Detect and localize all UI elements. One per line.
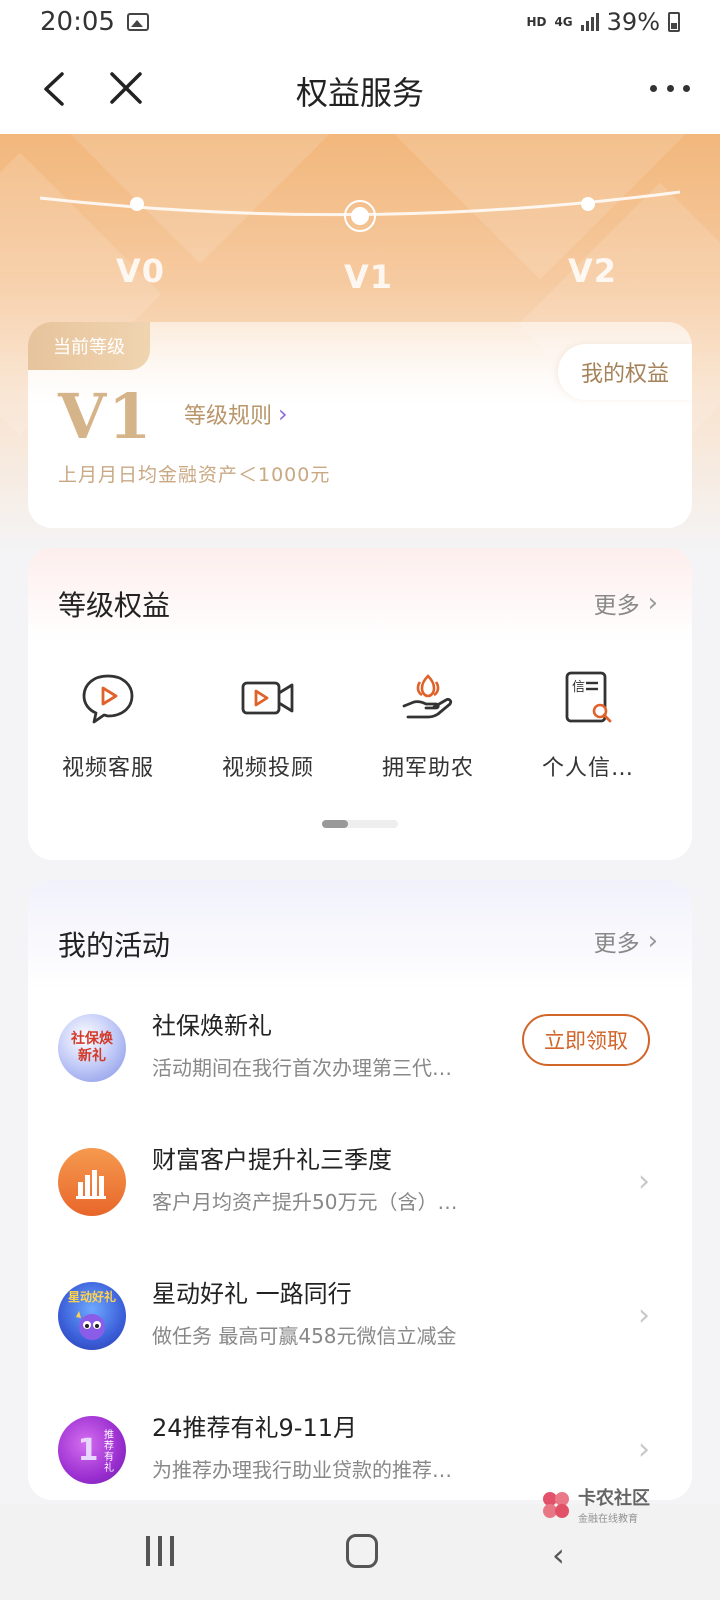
activities-title: 我的活动 [58,929,171,962]
activity-title: 社保焕新礼 [152,1012,272,1040]
rights-title: 等级权益 [58,589,171,622]
activity-desc: 做任务 最高可赢458元微信立减金 [152,1324,457,1348]
level-v2: V2 [568,252,618,290]
chevron-right-icon: › [647,588,658,618]
activity-row[interactable]: 星动好礼 星动好礼 一路同行 做任务 最高可赢458元微信立减金 › [28,1268,692,1402]
mascot-icon [76,1311,105,1340]
activity-avatar-text: 推荐有礼 [104,1430,114,1474]
current-level-card: 当前等级 我的权益 V1 等级规则 › 上月月日均金融资产＜1000元 [28,322,692,528]
wealth-bar-chart-avatar [58,1148,126,1216]
level-rules-link[interactable]: 等级规则 › [184,398,288,430]
chat-play-icon [82,674,134,724]
rights-list: 视频客服 视频投顾 拥军助农 信 个人信… [28,668,692,782]
rights-item-label: 个人信… [541,756,634,781]
nav-bar: 权益服务 [0,44,720,134]
activity-avatar-text: 星动好礼 [67,1290,116,1304]
more-menu-icon[interactable] [650,82,690,94]
chevron-right-icon: › [638,1298,650,1333]
rights-item-support-agriculture[interactable]: 拥军助农 [348,668,508,782]
hd-indicator: HD [526,15,547,29]
activity-title: 星动好礼 一路同行 [152,1280,352,1308]
battery-percent: 39% [606,8,660,36]
chevron-right-icon: › [647,926,658,956]
activity-desc: 活动期间在我行首次办理第三代… [152,1056,452,1080]
level-v0: V0 [116,252,166,290]
watermark-main: 卡农社区 [578,1488,650,1509]
watermark: 卡农社区 金融在线教育 [540,1484,650,1525]
social-security-avatar: 社保焕新礼 [58,1014,126,1082]
home-icon[interactable] [346,1534,378,1568]
bar-chart-icon [76,1170,106,1199]
rights-item-label: 视频投顾 [221,756,314,781]
level-rights-card: 等级权益 更多 › 视频客服 视频投顾 拥军助农 信 个人信… [28,548,692,860]
svg-text:信: 信 [572,680,585,695]
referral-gift-avatar: 1 推荐有礼 [58,1416,126,1484]
chevron-right-icon: › [278,400,288,428]
chevron-right-icon: › [638,1164,650,1199]
video-camera-icon [241,681,294,715]
rights-item-video-service[interactable]: 视频客服 [28,668,188,782]
level-track [39,190,681,232]
activity-title: 财富客户提升礼三季度 [152,1146,392,1174]
rights-item-video-advisor[interactable]: 视频投顾 [188,668,348,782]
activity-desc: 为推荐办理我行助业贷款的推荐… [152,1458,452,1482]
level-rules-label: 等级规则 [184,404,273,429]
my-activities-card: 我的活动 更多 › 社保焕新礼 社保焕新礼 活动期间在我行首次办理第三代… 立即… [28,880,692,1500]
hand-flower-icon [402,674,453,719]
activity-avatar-text: 社保焕新礼 [71,1031,113,1064]
watermark-sub: 金融在线教育 [578,1514,638,1525]
credit-search-icon: 信 [565,671,612,723]
activity-title: 24推荐有礼9-11月 [152,1414,358,1442]
status-time: 20:05 [40,7,115,37]
rights-scroll-indicator [322,820,398,828]
status-right: HD 4G 39% [526,8,680,36]
claim-now-button[interactable]: 立即领取 [522,1014,650,1066]
network-indicator: 4G [554,15,573,29]
rights-item-label: 拥军助农 [381,756,474,781]
level-v1: V1 [344,258,394,296]
activities-more-link[interactable]: 更多 › [594,924,658,958]
rights-item-personal-credit[interactable]: 信 个人信… [508,668,668,782]
chevron-right-icon: › [638,1432,650,1467]
battery-icon [668,12,680,32]
activity-row[interactable]: 财富客户提升礼三季度 客户月均资产提升50万元（含）… › [28,1134,692,1268]
activities-more-label: 更多 [593,931,640,957]
rights-item-label: 视频客服 [61,756,154,781]
my-rights-button[interactable]: 我的权益 [558,344,692,400]
activity-desc: 客户月均资产提升50万元（含）… [152,1190,458,1214]
page-title: 权益服务 [295,74,424,112]
current-level-badge: 当前等级 [28,322,150,370]
level-description: 上月月日均金融资产＜1000元 [58,464,331,486]
image-notification-icon [126,13,149,31]
system-back-icon[interactable]: ‹ [552,1536,565,1574]
current-level-value: V1 [58,380,154,453]
signal-icon [580,13,599,31]
status-bar: 20:05 HD 4G 39% [0,0,720,44]
recent-apps-icon[interactable] [146,1536,174,1566]
rights-more-label: 更多 [593,593,640,619]
watermark-logo-icon [543,1491,569,1518]
rights-more-link[interactable]: 更多 › [594,586,658,620]
star-mascot-avatar: 星动好礼 [58,1282,126,1350]
activity-row[interactable]: 社保焕新礼 社保焕新礼 活动期间在我行首次办理第三代… 立即领取 [28,1000,692,1134]
